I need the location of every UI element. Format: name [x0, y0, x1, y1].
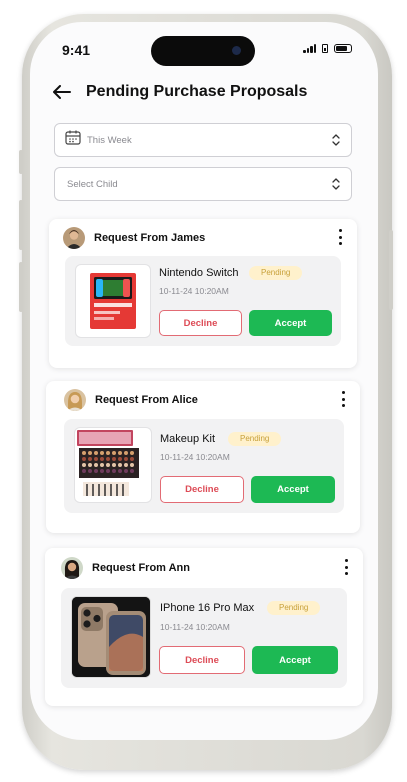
status-badge: Pending: [267, 601, 321, 615]
status-time: 9:41: [62, 42, 91, 58]
week-filter-select[interactable]: This Week: [54, 123, 352, 157]
avatar: [63, 227, 85, 249]
phone-side-button: [389, 230, 393, 310]
accept-button[interactable]: Accept: [251, 476, 335, 503]
request-datetime: 10-11-24 10:20AM: [160, 622, 230, 632]
request-datetime: 10-11-24 10:20AM: [160, 452, 230, 462]
phone-side-button: [19, 200, 23, 250]
product-image: [74, 427, 152, 503]
page-header: Pending Purchase Proposals: [52, 82, 307, 102]
requester-name: Request From Alice: [95, 394, 198, 406]
proposal-item: Makeup Kit Pending 10-11-24 10:20AM Decl…: [64, 419, 344, 513]
status-badge: Pending: [228, 432, 282, 446]
status-icons: [303, 44, 352, 53]
request-datetime: 10-11-24 10:20AM: [159, 286, 229, 296]
request-card-header: Request From James: [63, 227, 205, 249]
battery-icon: [334, 44, 352, 53]
chevron-up-down-icon: [331, 176, 341, 197]
accept-button[interactable]: Accept: [252, 646, 338, 674]
child-select-placeholder: Select Child: [67, 178, 118, 190]
product-name: Nintendo Switch: [159, 267, 239, 279]
week-filter-value: This Week: [87, 134, 132, 146]
proposal-item: IPhone 16 Pro Max Pending 10-11-24 10:20…: [61, 588, 347, 688]
dynamic-island: [151, 36, 255, 66]
app-screen: 9:41 Pending Purchase Proposals This Wee…: [30, 22, 378, 740]
camera-icon: [232, 46, 241, 55]
status-badge: Pending: [249, 266, 303, 280]
avatar: [61, 557, 83, 579]
product-image: [71, 596, 151, 678]
request-card: Request From Ann IPhone 16 Pro Max Pendi…: [45, 548, 363, 706]
request-card-header: Request From Ann: [61, 557, 190, 579]
requester-name: Request From James: [94, 232, 206, 244]
request-card-header: Request From Alice: [64, 389, 198, 411]
avatar: [64, 389, 86, 411]
more-options-icon[interactable]: [335, 229, 345, 245]
back-arrow-icon[interactable]: [52, 82, 72, 102]
request-card: Request From Alice Makeup Kit Pending 10…: [46, 381, 360, 533]
wifi-icon: [322, 44, 328, 53]
chevron-up-down-icon: [331, 132, 341, 153]
page-title: Pending Purchase Proposals: [86, 83, 308, 100]
more-options-icon[interactable]: [338, 391, 348, 407]
decline-button[interactable]: Decline: [159, 310, 242, 336]
signal-icon: [303, 44, 316, 53]
decline-button[interactable]: Decline: [160, 476, 244, 503]
status-bar: 9:41: [30, 22, 378, 66]
child-select[interactable]: Select Child: [54, 167, 352, 201]
request-card: Request From James Nintendo Switch Pendi…: [49, 219, 357, 368]
product-name: Makeup Kit: [160, 433, 216, 445]
accept-button[interactable]: Accept: [249, 310, 332, 336]
phone-side-button: [19, 150, 23, 174]
product-name: IPhone 16 Pro Max: [160, 602, 255, 614]
phone-side-button: [19, 262, 23, 312]
more-options-icon[interactable]: [341, 559, 351, 575]
proposal-item: Nintendo Switch Pending 10-11-24 10:20AM…: [65, 256, 341, 346]
requester-name: Request From Ann: [92, 562, 190, 574]
decline-button[interactable]: Decline: [159, 646, 245, 674]
calendar-icon: [65, 130, 81, 150]
product-image: [75, 264, 151, 338]
